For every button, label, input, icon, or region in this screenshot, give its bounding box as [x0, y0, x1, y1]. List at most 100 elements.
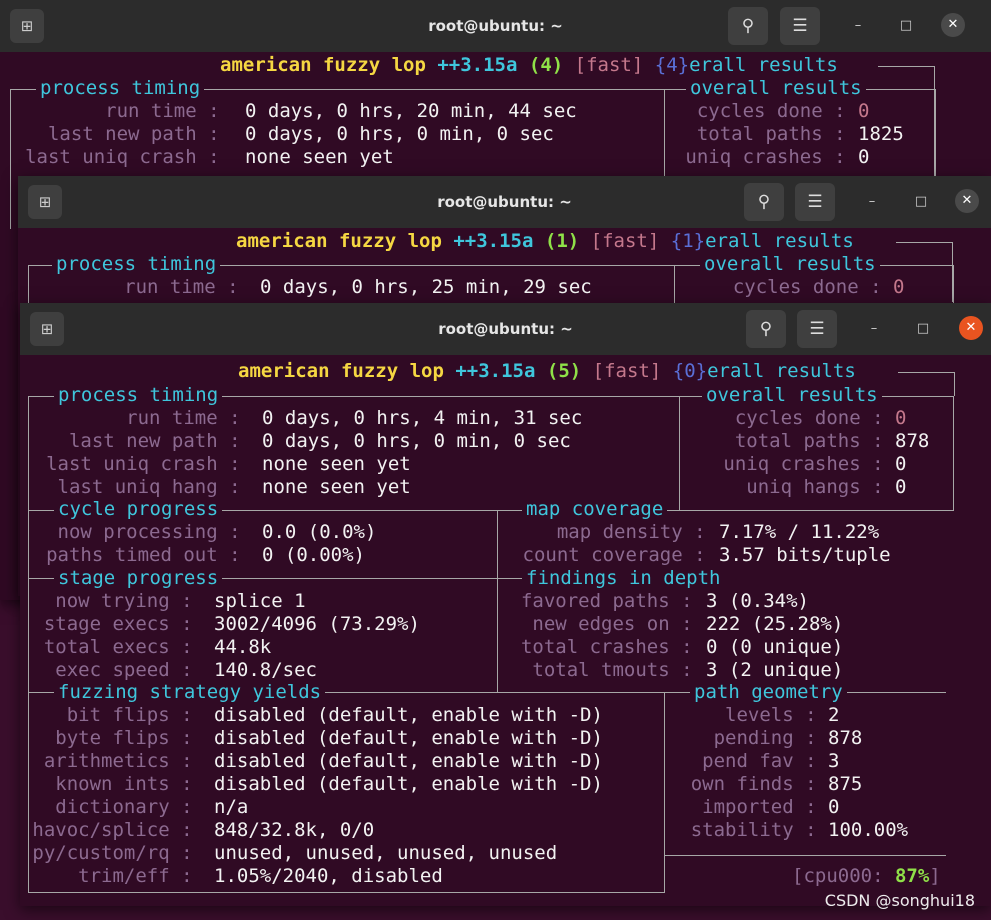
section-title-findings-in-depth: findings in depth: [522, 567, 725, 590]
search-icon[interactable]: ⚲: [728, 7, 768, 45]
section-title-process-timing: process timing: [36, 77, 205, 100]
stat-row-cycles-done: cycles done :: [732, 276, 893, 298]
stat-row-favored-paths: favored paths :: [520, 590, 704, 612]
stat-value-last-uniq-crash: none seen yet: [262, 453, 411, 475]
minimize-icon[interactable]: –: [860, 190, 884, 214]
watermark: CSDN @songhui18: [824, 891, 975, 910]
minimize-icon[interactable]: –: [862, 317, 886, 341]
stat-row-uniq-crashes: uniq crashes :: [685, 146, 857, 168]
stat-row-pend-fav: pend fav :: [702, 750, 828, 772]
stat-row-uniq-crashes: uniq crashes :: [723, 453, 895, 475]
stat-value-map-density: 7.17% / 11.22%: [719, 521, 880, 543]
stat-value-last-new-path: 0 days, 0 hrs, 0 min, 0 sec: [262, 430, 571, 452]
stat-row-run-time: run time :: [105, 100, 231, 122]
stat-row-cycles-done: cycles done :: [696, 100, 857, 122]
stat-row-count-coverage: count coverage :: [522, 544, 717, 566]
stat-value-favored-paths: 3 (0.34%): [706, 590, 809, 612]
stat-row-stability: stability :: [690, 819, 828, 841]
stat-value-exec-speed: 140.8/sec: [214, 659, 317, 681]
cpu-indicator: [cpu000: 87%]: [792, 865, 941, 887]
stat-row-cycles-done: cycles done :: [734, 407, 895, 429]
stat-row-total-execs: total execs :: [43, 636, 204, 658]
section-title-process-timing: process timing: [52, 253, 221, 276]
stat-value-run-time: 0 days, 0 hrs, 4 min, 31 sec: [262, 407, 583, 429]
stat-value-total-tmouts: 3 (2 unique): [706, 659, 844, 681]
section-title-overall-results: overall results: [702, 384, 882, 407]
stat-row-py-custom-rq: py/custom/rq :: [32, 842, 204, 864]
hamburger-menu-icon[interactable]: ☰: [797, 310, 837, 348]
stat-value-total-execs: 44.8k: [214, 636, 272, 658]
stat-row-stage-execs: stage execs :: [43, 613, 204, 635]
stat-row-map-density: map density :: [556, 521, 717, 543]
maximize-icon[interactable]: □: [909, 190, 933, 214]
stat-row-run-time: run time :: [124, 276, 250, 298]
close-icon[interactable]: ✕: [941, 13, 965, 37]
stat-value-arithmetics: disabled (default, enable with -D): [214, 750, 603, 772]
stat-value-last-uniq-hang: none seen yet: [262, 476, 411, 498]
stat-value-trim-eff: 1.05%/2040, disabled: [214, 865, 443, 887]
stat-value-stability: 100.00%: [828, 819, 909, 841]
stat-value-own-finds: 875: [828, 773, 863, 795]
banner: american fuzzy lop ++3.15a (1) [fast] {1…: [236, 230, 854, 252]
stat-value-byte-flips: disabled (default, enable with -D): [214, 727, 603, 749]
stat-value-cycles-done: 0: [895, 407, 907, 429]
stat-row-imported: imported :: [702, 796, 828, 818]
stat-value-total-crashes: 0 (0 unique): [706, 636, 844, 658]
stat-row-levels: levels :: [725, 704, 828, 726]
search-icon[interactable]: ⚲: [746, 310, 786, 348]
stat-row-pending: pending :: [713, 727, 828, 749]
stat-row-new-edges-on: new edges on :: [532, 613, 704, 635]
section-title-process-timing: process timing: [54, 384, 223, 407]
stat-value-now-trying: splice 1: [214, 590, 306, 612]
stat-row-now-trying: now trying :: [55, 590, 204, 612]
hamburger-menu-icon[interactable]: ☰: [795, 183, 835, 221]
stat-value-total-paths: 878: [895, 430, 930, 452]
stat-value-imported: 0: [828, 796, 840, 818]
stat-value-run-time: 0 days, 0 hrs, 20 min, 44 sec: [245, 100, 577, 122]
titlebar[interactable]: ⊞ root@ubuntu: ~ ⚲ ☰ – □ ✕: [0, 0, 991, 52]
stat-value-stage-execs: 3002/4096 (73.29%): [214, 613, 420, 635]
stat-value-now-processing: 0.0 (0.0%): [262, 521, 377, 543]
stat-row-total-paths: total paths :: [696, 123, 857, 145]
titlebar[interactable]: ⊞ root@ubuntu: ~ ⚲ ☰ – □ ✕: [18, 176, 991, 228]
section-title-path-geometry: path geometry: [690, 681, 847, 704]
stat-row-last-new-path: last new path :: [68, 430, 252, 452]
stat-value-levels: 2: [828, 704, 840, 726]
stat-value-uniq-hangs: 0: [895, 476, 907, 498]
banner: american fuzzy lop ++3.15a (5) [fast] {0…: [238, 360, 856, 382]
titlebar[interactable]: ⊞ root@ubuntu: ~ ⚲ ☰ – □ ✕: [20, 303, 991, 355]
stat-row-total-paths: total paths :: [734, 430, 895, 452]
close-icon[interactable]: ✕: [959, 316, 983, 340]
section-title-map-coverage: map coverage: [522, 498, 668, 521]
stat-value-pend-fav: 3: [828, 750, 840, 772]
window-title: root@ubuntu: ~: [438, 320, 573, 338]
maximize-icon[interactable]: □: [911, 317, 935, 341]
section-title-fuzzing-strategy-yields: fuzzing strategy yields: [54, 681, 326, 704]
stat-value-uniq-crashes: 0: [895, 453, 907, 475]
stat-value-total-paths: 1825: [858, 123, 904, 145]
terminal-window-front[interactable]: ⊞ root@ubuntu: ~ ⚲ ☰ – □ ✕ american fuzz…: [20, 303, 991, 906]
close-icon[interactable]: ✕: [955, 189, 979, 213]
stat-row-uniq-hangs: uniq hangs :: [746, 476, 895, 498]
stat-value-count-coverage: 3.57 bits/tuple: [719, 544, 891, 566]
stat-row-paths-timed-out: paths timed out :: [46, 544, 252, 566]
stat-value-pending: 878: [828, 727, 863, 749]
hamburger-menu-icon[interactable]: ☰: [780, 7, 820, 45]
banner: american fuzzy lop ++3.15a (4) [fast] {4…: [220, 54, 838, 76]
section-title-overall-results: overall results: [686, 77, 866, 100]
stat-row-last-uniq-hang: last uniq hang :: [57, 476, 252, 498]
stat-value-py-custom-rq: unused, unused, unused, unused: [214, 842, 558, 864]
stat-row-now-processing: now processing :: [57, 521, 252, 543]
section-title-overall-results: overall results: [700, 253, 880, 276]
stat-row-arithmetics: arithmetics :: [43, 750, 204, 772]
section-title-stage-progress: stage progress: [54, 567, 223, 590]
minimize-icon[interactable]: –: [846, 14, 870, 38]
stat-value-run-time: 0 days, 0 hrs, 25 min, 29 sec: [260, 276, 592, 298]
stat-row-last-new-path: last new path :: [47, 123, 231, 145]
terminal-content[interactable]: american fuzzy lop ++3.15a (5) [fast] {0…: [20, 355, 991, 906]
stat-value-havoc-splice: 848/32.8k, 0/0: [214, 819, 375, 841]
search-icon[interactable]: ⚲: [744, 183, 784, 221]
maximize-icon[interactable]: □: [894, 14, 918, 38]
stat-value-last-uniq-crash: none seen yet: [245, 146, 394, 168]
stat-value-known-ints: disabled (default, enable with -D): [214, 773, 603, 795]
